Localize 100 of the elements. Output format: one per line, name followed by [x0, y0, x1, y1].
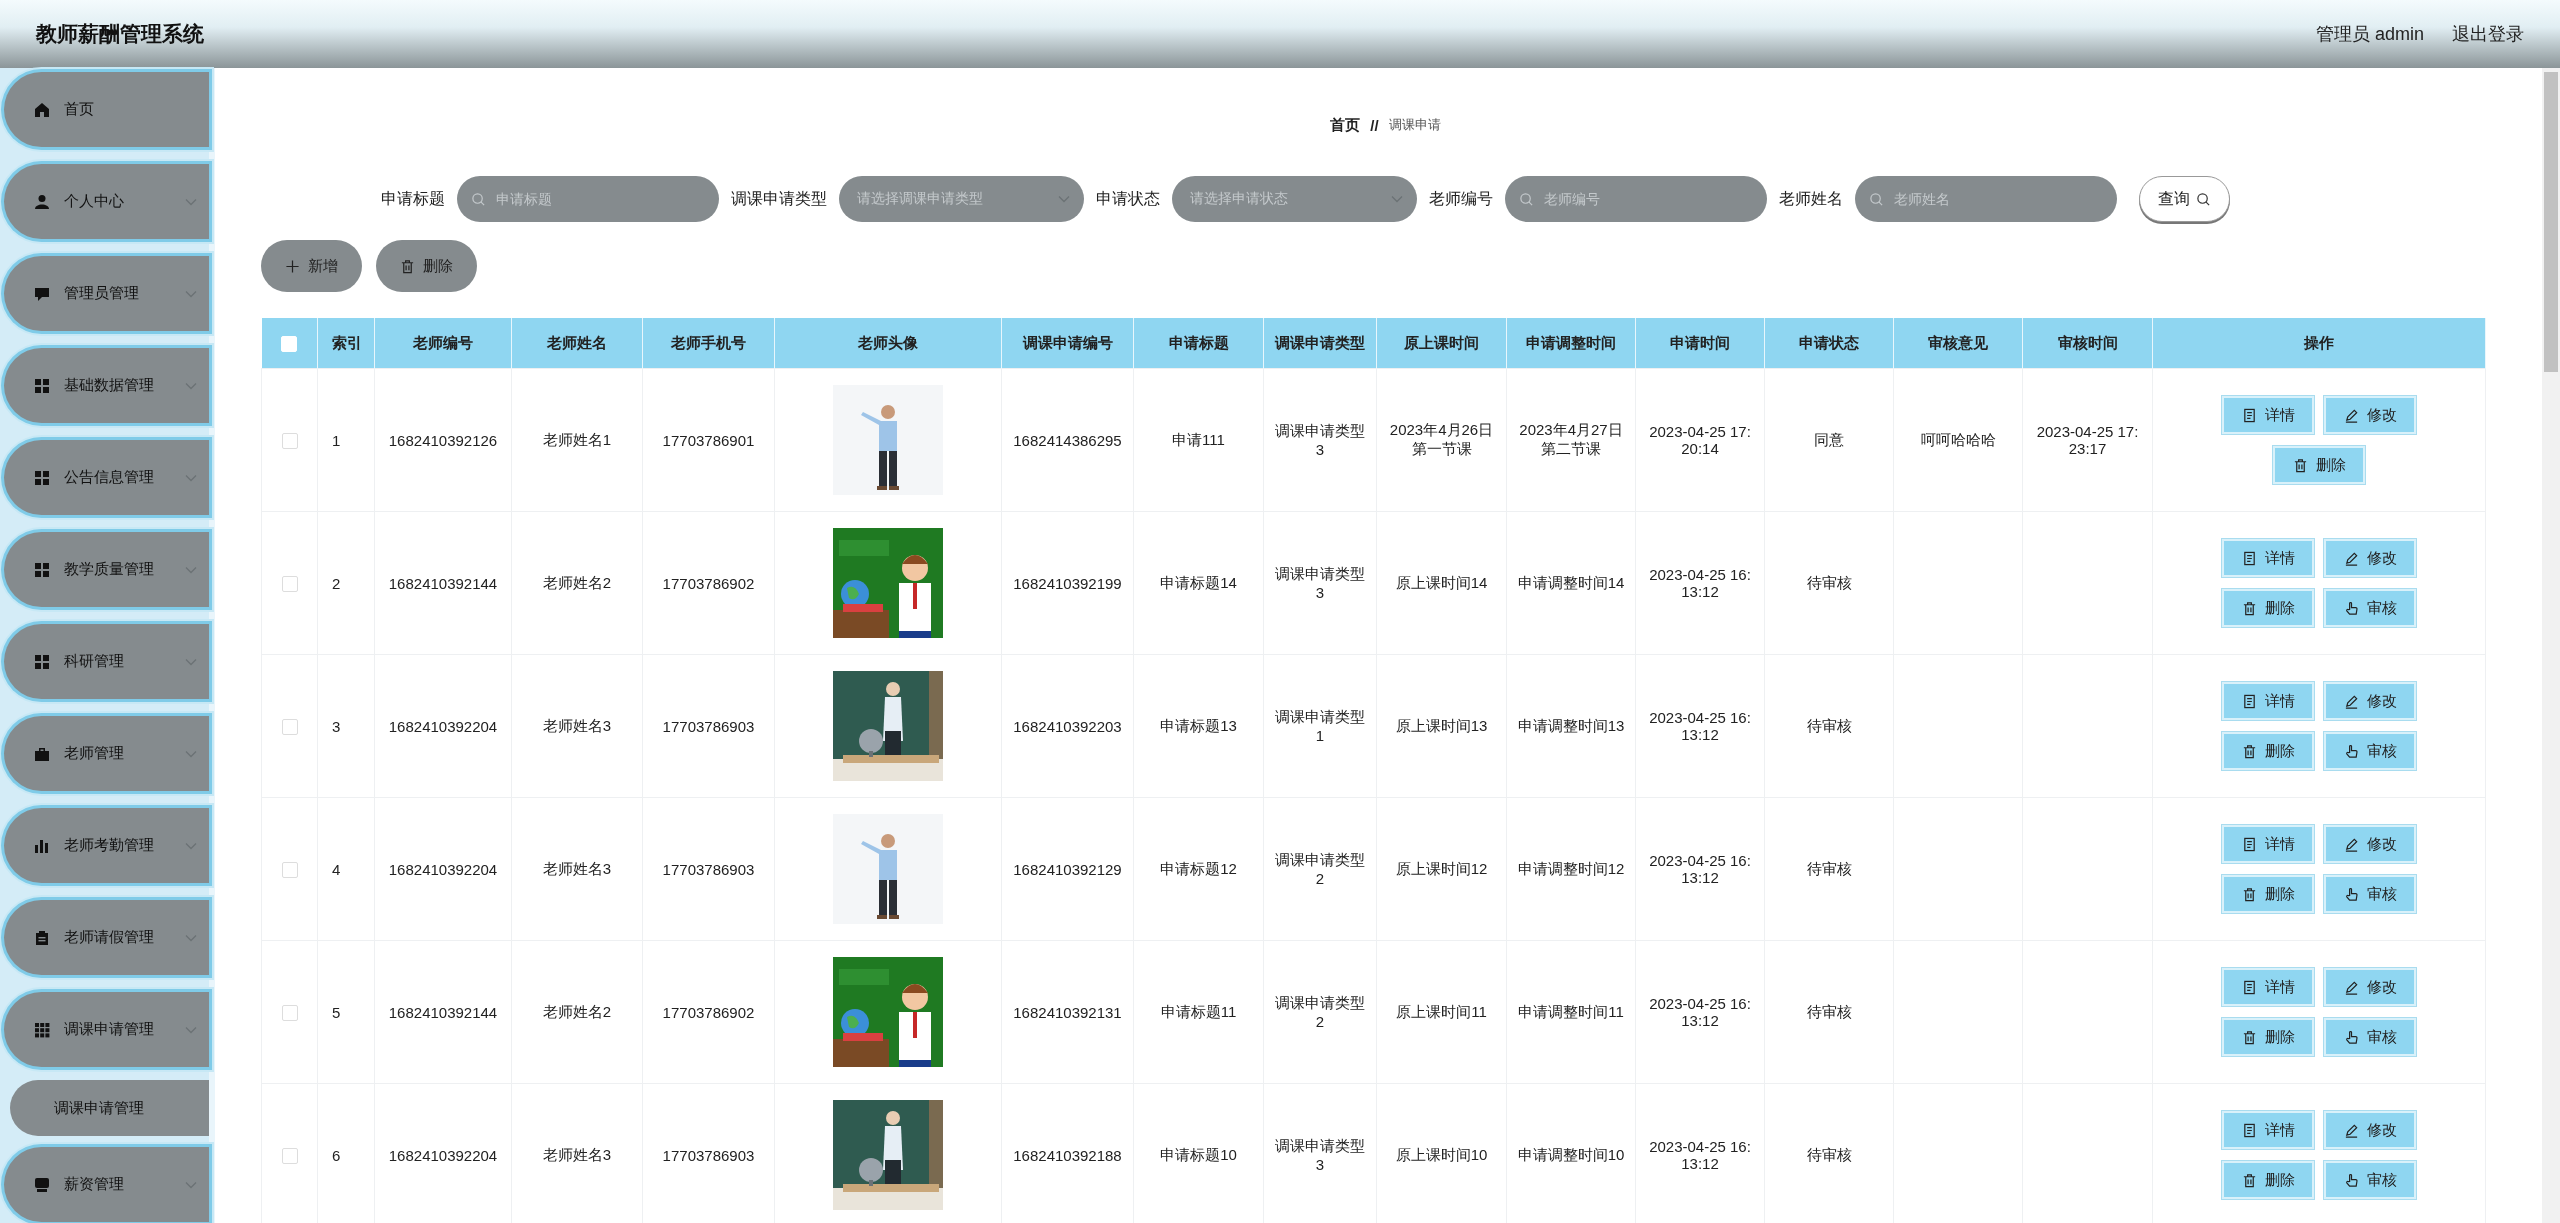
column-header: 申请时间 [1635, 318, 1765, 369]
hand-pointer-icon [2343, 600, 2359, 616]
table-cell: 17703786903 [642, 654, 775, 798]
table-cell: 1682410392129 [1001, 797, 1134, 941]
review-button[interactable]: 审核 [2324, 1018, 2416, 1056]
row-checkbox[interactable] [281, 1005, 298, 1021]
trash-icon [2241, 743, 2257, 759]
grid-icon [34, 469, 50, 486]
chart-icon [34, 837, 50, 854]
edit-button[interactable]: 修改 [2324, 825, 2416, 863]
search-field[interactable]: 申请标题 [494, 190, 705, 208]
row-checkbox[interactable] [281, 719, 298, 735]
submenu-item[interactable]: 调课申请管理 [10, 1080, 209, 1136]
hand-pointer-icon [2343, 886, 2359, 902]
app-title: 教师薪酬管理系统 [36, 21, 204, 47]
table-cell: 申请标题14 [1133, 511, 1264, 655]
detail-button[interactable]: 详情 [2222, 825, 2314, 863]
pencil-icon [2343, 979, 2359, 995]
scrollbar-thumb[interactable] [2544, 72, 2558, 372]
edit-button[interactable]: 修改 [2324, 396, 2416, 434]
delete-button[interactable]: 删除 [2222, 1161, 2314, 1199]
search-icon [1869, 191, 1884, 207]
row-checkbox[interactable] [281, 1148, 298, 1164]
document-icon [2241, 407, 2257, 423]
table-cell: 原上课时间13 [1376, 654, 1507, 798]
trash-icon [2241, 1172, 2257, 1188]
delete-button[interactable]: 删除 [2222, 1018, 2314, 1056]
table-cell: 原上课时间12 [1376, 797, 1507, 941]
delete-button[interactable]: 删除 [376, 240, 477, 292]
detail-button[interactable]: 详情 [2222, 968, 2314, 1006]
table-cell: 1682410392204 [374, 654, 512, 798]
clipboard-icon [34, 929, 50, 946]
table-cell: 申请111 [1133, 368, 1264, 512]
detail-button[interactable]: 详情 [2222, 682, 2314, 720]
delete-button[interactable]: 删除 [2222, 875, 2314, 913]
review-button[interactable]: 审核 [2324, 732, 2416, 770]
search-field[interactable]: 老师编号 [1505, 176, 1767, 222]
grid-icon [34, 377, 50, 394]
table-cell: 1682410392126 [374, 368, 512, 512]
row-checkbox[interactable] [281, 433, 298, 449]
table-cell: 2023-04-25 17:23:17 [2022, 368, 2153, 512]
table-cell: 老师姓名1 [511, 368, 643, 512]
table-cell: 17703786903 [642, 797, 775, 941]
detail-button[interactable]: 详情 [2222, 396, 2314, 434]
delete-button[interactable]: 删除 [2273, 446, 2365, 484]
pencil-icon [2343, 693, 2359, 709]
table-cell: 待审核 [1764, 940, 1894, 1084]
row-checkbox[interactable] [281, 862, 298, 878]
table-cell: 申请标题13 [1133, 654, 1264, 798]
logout-link[interactable]: 退出登录 [2452, 22, 2524, 46]
table-cell: 3 [317, 654, 375, 798]
hand-pointer-icon [2343, 1029, 2359, 1045]
filter-label: 调课申请类型 [731, 188, 827, 209]
user-icon [34, 193, 50, 210]
table-cell: 老师姓名2 [511, 940, 643, 1084]
column-header: 老师头像 [774, 318, 1002, 369]
column-header: 审核时间 [2022, 318, 2153, 369]
table-cell: 17703786901 [642, 368, 775, 512]
table-cell: 5 [317, 940, 375, 1084]
table-cell: 调课申请类型3 [1263, 368, 1377, 512]
table-cell: 申请调整时间13 [1506, 654, 1636, 798]
table-cell: 申请标题12 [1133, 797, 1264, 941]
review-button[interactable]: 审核 [2324, 875, 2416, 913]
table-cell: 2023-04-25 16:13:12 [1635, 940, 1765, 1084]
search-field[interactable]: 老师编号 [1542, 190, 1753, 208]
review-button[interactable]: 审核 [2324, 589, 2416, 627]
search-field[interactable]: 老师姓名 [1892, 190, 2103, 208]
table-cell: 原上课时间11 [1376, 940, 1507, 1084]
delete-button[interactable]: 删除 [2222, 589, 2314, 627]
table-cell: 1682410392144 [374, 940, 512, 1084]
table-cell: 1682410392204 [374, 797, 512, 941]
search-button[interactable]: 查询 [2139, 176, 2230, 222]
document-icon [2241, 979, 2257, 995]
search-icon [2196, 191, 2211, 207]
search-field[interactable]: 申请标题 [457, 176, 719, 222]
grid-icon [34, 561, 50, 578]
edit-button[interactable]: 修改 [2324, 539, 2416, 577]
edit-button[interactable]: 修改 [2324, 682, 2416, 720]
table-cell: 2023-04-25 16:13:12 [1635, 797, 1765, 941]
detail-button[interactable]: 详情 [2222, 539, 2314, 577]
detail-button[interactable]: 详情 [2222, 1111, 2314, 1149]
document-icon [2241, 1122, 2257, 1138]
edit-button[interactable]: 修改 [2324, 968, 2416, 1006]
filter-label: 老师姓名 [1779, 188, 1843, 209]
breadcrumb-current: 调课申请 [1388, 116, 1441, 134]
column-header: 索引 [317, 318, 375, 369]
delete-button[interactable]: 删除 [2222, 732, 2314, 770]
review-button[interactable]: 审核 [2324, 1161, 2416, 1199]
search-field[interactable]: 老师姓名 [1855, 176, 2117, 222]
pencil-icon [2343, 550, 2359, 566]
add-button[interactable]: 新增 [261, 240, 362, 292]
breadcrumb-link[interactable]: 首页 [1330, 115, 1361, 135]
trash-icon [2241, 600, 2257, 616]
grid-icon [34, 653, 50, 670]
table-cell: 申请调整时间11 [1506, 940, 1636, 1084]
table-cell: 待审核 [1764, 654, 1894, 798]
row-checkbox[interactable] [281, 576, 298, 592]
table-cell: 老师姓名3 [511, 654, 643, 798]
edit-button[interactable]: 修改 [2324, 1111, 2416, 1149]
select-all-checkbox[interactable] [281, 336, 298, 352]
